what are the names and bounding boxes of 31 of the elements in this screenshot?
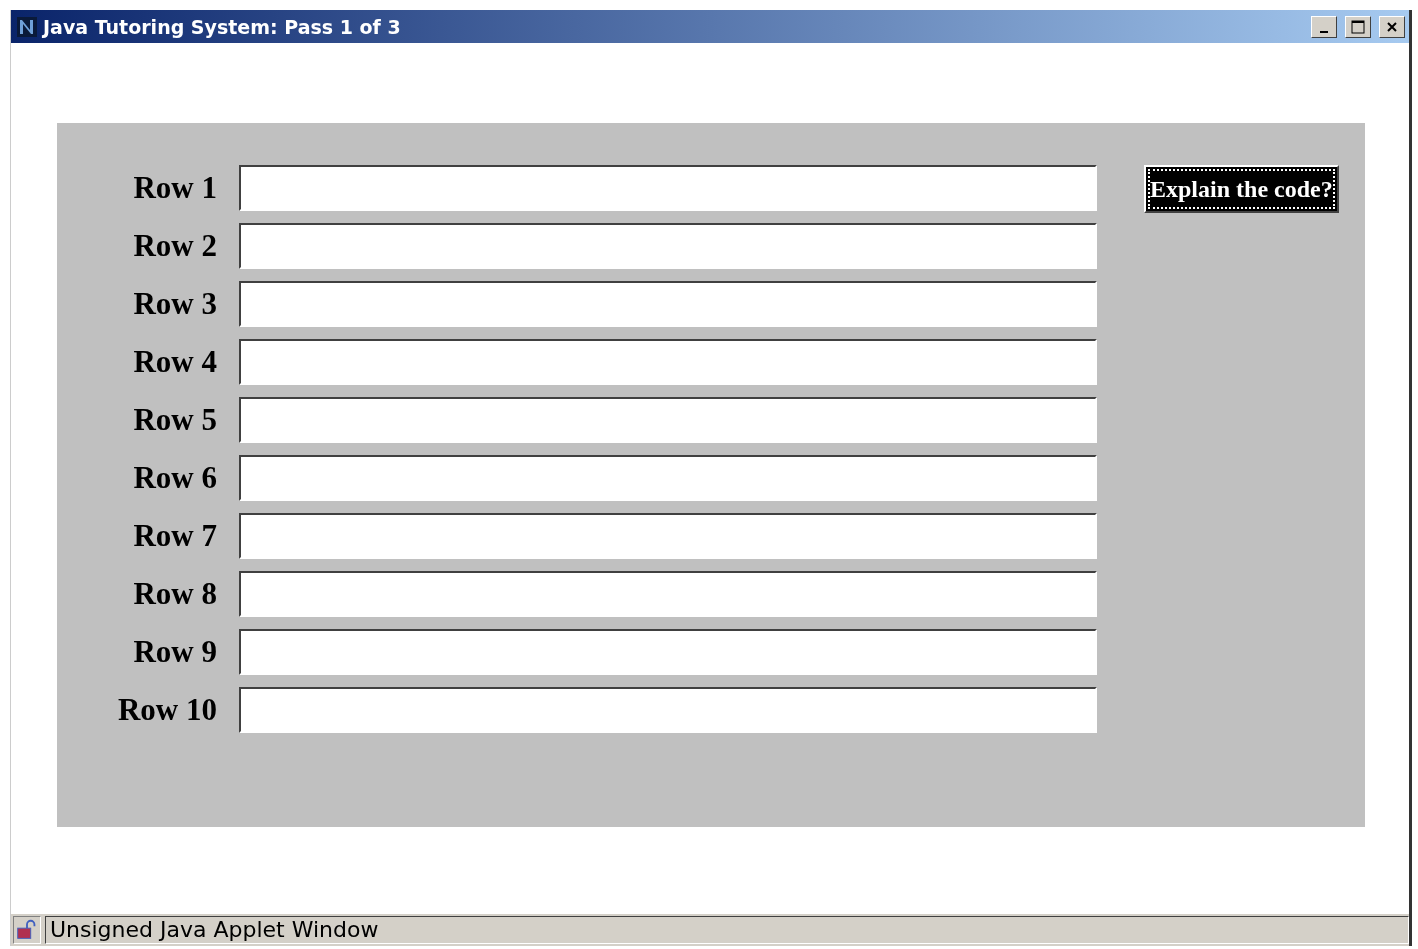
row-label: Row 9 [132,634,218,670]
input-field[interactable] [239,687,1097,733]
logo-icon [17,16,37,37]
input-field[interactable] [239,339,1097,385]
input-field[interactable] [239,281,1097,327]
row-label: Row 3 [132,286,218,322]
lock-icon [13,916,41,944]
input-field[interactable] [239,513,1097,559]
close-button[interactable] [1379,15,1405,38]
input-field[interactable] [239,455,1097,501]
row-label: Row 7 [132,518,218,554]
input-field[interactable] [239,571,1097,617]
input-field[interactable] [239,629,1097,675]
input-field[interactable] [239,223,1097,269]
minimize-button[interactable] [1311,15,1337,38]
maximize-icon [1351,19,1365,34]
window-title: Java Tutoring System: Pass 1 of 3 [43,15,402,38]
maximize-button[interactable] [1345,15,1371,38]
close-icon [1386,20,1398,33]
row-label: Row 10 [116,692,218,728]
row-label: Row 4 [132,344,218,380]
row-label: Row 6 [132,460,218,496]
row-label: Row 2 [132,228,218,264]
row-label: Row 8 [132,576,218,612]
status-text: Unsigned Java Applet Window [45,916,1409,944]
explain-button[interactable]: Explain the code? [1144,165,1339,213]
row-label: Row 1 [132,170,218,206]
minimize-icon [1320,30,1328,33]
input-field[interactable] [239,165,1097,211]
input-field[interactable] [239,397,1097,443]
row-label: Row 5 [132,402,218,438]
